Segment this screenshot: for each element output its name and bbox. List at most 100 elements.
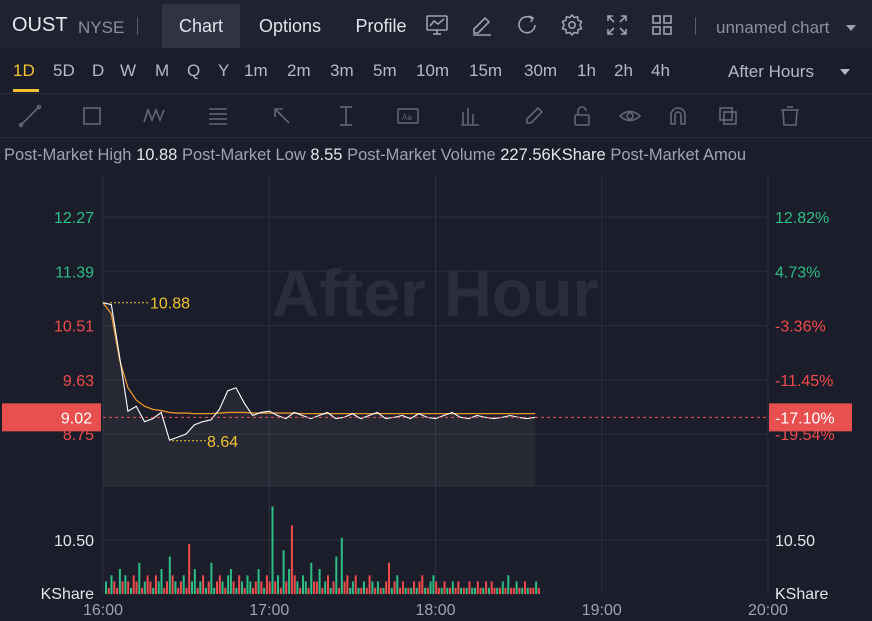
post-market-high-value: 10.88 [136,146,178,164]
period-m[interactable]: M [155,61,169,81]
arrow-tool-icon[interactable] [270,104,294,128]
volume-bar [496,587,499,595]
volume-bar [332,581,335,594]
brush-icon[interactable] [522,104,546,128]
post-market-high-label: Post-Market High [4,146,132,164]
price-tick-label: 10.51 [54,319,94,336]
volume-bar [210,562,213,595]
period-y[interactable]: Y [218,61,229,81]
trash-icon[interactable] [778,104,802,128]
rectangle-tool-icon[interactable] [80,104,104,128]
price-tick-label: 11.39 [55,264,94,281]
text-tool-icon[interactable]: Aa [396,104,420,128]
period-5m[interactable]: 5m [373,61,397,81]
period-2h[interactable]: 2h [614,61,633,81]
eye-icon[interactable] [618,104,642,128]
volume-bar [429,581,432,594]
fibonacci-tool-icon[interactable] [206,104,230,128]
session-dropdown[interactable]: After Hours [728,62,814,82]
draw-pencil-icon[interactable] [470,13,494,37]
period-w[interactable]: W [120,61,136,81]
settings-gear-icon[interactable] [560,13,584,37]
volume-bar [321,587,324,595]
price-area [103,302,536,486]
volume-bar [204,587,207,595]
volume-bar [499,587,501,595]
period-1d[interactable]: 1D [13,61,35,81]
volume-bar [335,556,338,594]
tab-profile[interactable]: Profile [342,4,420,48]
trend-line-icon[interactable] [18,104,42,128]
indicator-chart-icon[interactable] [425,13,449,37]
period-10m[interactable]: 10m [416,61,449,81]
volume-bar [116,587,119,595]
volume-bar [510,587,513,595]
volume-bar [302,575,304,595]
volume-bar [290,525,293,595]
volume-bar [193,569,196,594]
volume-bar [163,587,166,595]
volume-bar [249,581,252,594]
tab-options[interactable]: Options [244,4,336,48]
volume-bar [446,587,449,595]
pattern-tool-icon[interactable] [142,104,166,128]
time-tick-label: 16:00 [83,602,123,619]
volume-bar [124,575,127,595]
volume-bar [437,587,440,595]
period-d[interactable]: D [92,61,104,81]
volume-bar [418,581,421,594]
ticker-symbol[interactable]: OUST [12,14,68,37]
fullscreen-icon[interactable] [605,13,629,37]
divider [695,17,696,35]
period-5d[interactable]: 5D [53,61,75,81]
period-30m[interactable]: 30m [524,61,557,81]
measure-tool-icon[interactable] [334,104,358,128]
volume-bar [213,587,216,595]
volume-bar [268,581,271,594]
chevron-down-icon[interactable] [840,69,850,75]
volume-bar [410,587,413,595]
volume-bar [535,581,538,594]
lock-icon[interactable] [570,104,594,128]
post-market-volume-value: 227.56KShare [500,146,606,164]
magnet-icon[interactable] [666,104,690,128]
volume-bar [518,587,521,595]
volume-bar [152,587,155,595]
volume-bar [138,562,141,595]
volume-bar [440,587,443,595]
volume-bar [118,569,121,594]
chevron-down-icon[interactable] [846,25,856,31]
volume-bar [168,556,171,594]
layout-grid-icon[interactable] [650,13,674,37]
volume-bar [504,587,507,595]
volume-bar [199,581,202,594]
period-1m[interactable]: 1m [244,61,268,81]
post-market-low-value: 8.55 [310,146,343,164]
volume-bar [382,587,385,595]
refresh-icon[interactable] [515,13,539,37]
period-15m[interactable]: 15m [469,61,502,81]
bar-pattern-icon[interactable] [458,104,482,128]
volume-bar [338,587,341,595]
chart-name-dropdown[interactable]: unnamed chart [716,18,829,38]
volume-bar [487,587,490,595]
period-q[interactable]: Q [187,61,200,81]
top-bar: OUST NYSE Chart Options Profile unnamed … [0,0,872,50]
period-4h[interactable]: 4h [651,61,670,81]
period-1h[interactable]: 1h [577,61,596,81]
volume-bar [304,581,307,594]
volume-tick-label: 10.50 [775,533,815,550]
period-2m[interactable]: 2m [287,61,311,81]
volume-bar [174,581,177,594]
volume-bar [379,587,382,595]
volume-bar [238,575,241,595]
volume-bar [413,581,415,594]
volume-bar [490,581,493,594]
volume-bar [482,587,485,595]
time-tick-label: 18:00 [415,602,455,619]
period-3m[interactable]: 3m [330,61,354,81]
tab-chart[interactable]: Chart [162,4,240,48]
price-chart[interactable]: After Hour 12.2711.3910.519.638.7510.50K… [0,176,872,621]
copy-icon[interactable] [716,104,740,128]
volume-bar [376,581,379,594]
